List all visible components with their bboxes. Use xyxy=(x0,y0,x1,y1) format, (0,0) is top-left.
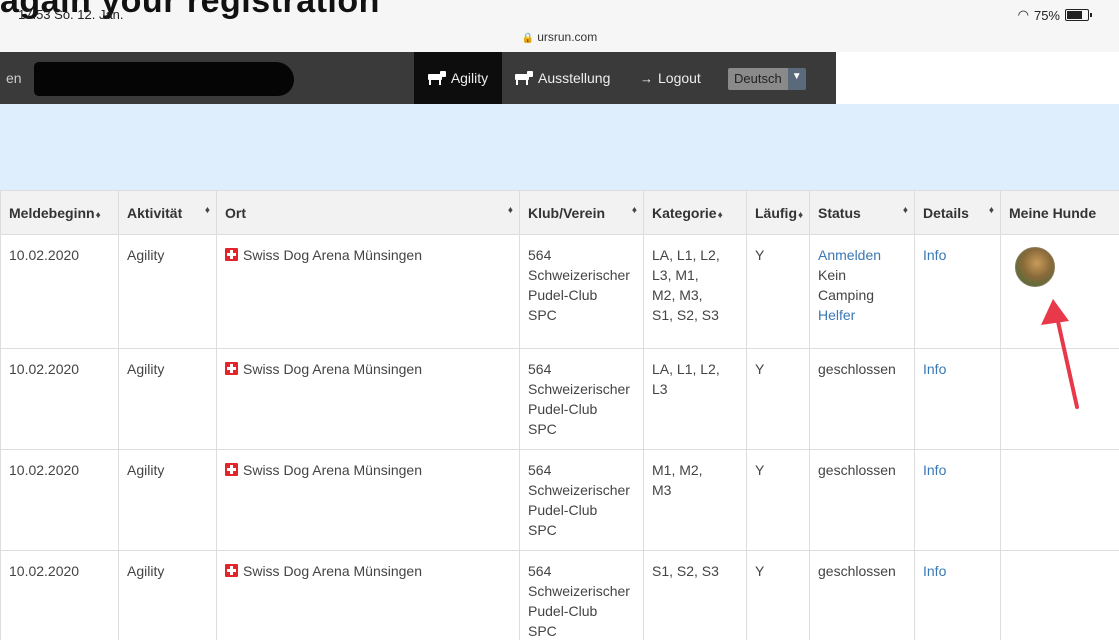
nav-left-fragment: en xyxy=(6,70,22,86)
th-status[interactable]: Status ♦ xyxy=(809,190,915,235)
cell-aktivitaet: Agility xyxy=(118,550,217,640)
table-header-row: Meldebeginn♦ Aktivität ♦ Ort ♦ Klub/Verein… xyxy=(0,190,1119,235)
cell-status: geschlossen xyxy=(809,449,915,551)
sort-icon: ♦ xyxy=(507,205,513,216)
cell-status: geschlossen xyxy=(809,550,915,640)
nav-item-agility[interactable]: Agility xyxy=(414,52,502,104)
anmelden-link[interactable]: Anmelden xyxy=(818,245,906,265)
table-row: 10.02.2020 Agility Swiss Dog Arena Münsi… xyxy=(0,449,1119,551)
cell-status: Anmelden Kein Camping Helfer xyxy=(809,234,915,349)
events-table-container: Meldebeginn♦ Aktivität ♦ Ort ♦ Klub/Verein… xyxy=(0,190,1119,640)
lock-icon: 🔒 xyxy=(521,33,535,44)
cell-aktivitaet: Agility xyxy=(118,234,217,349)
cell-klub: 564 Schweizerischer Pudel-Club SPC xyxy=(519,550,644,640)
sort-icon: ♦ xyxy=(204,205,210,216)
status-time: 17:53 So. 12. Jan. xyxy=(18,7,124,22)
th-meine-hunde[interactable]: Meine Hunde xyxy=(1000,190,1119,235)
events-table: Meldebeginn♦ Aktivität ♦ Ort ♦ Klub/Verein… xyxy=(0,190,1119,640)
sort-icon: ♦ xyxy=(717,209,723,221)
language-select[interactable]: Deutsch ▼ xyxy=(728,68,806,90)
table-row: 10.02.2020 Agility Swiss Dog Arena Münsi… xyxy=(0,550,1119,640)
nav-item-ausstellung[interactable]: Ausstellung xyxy=(515,52,610,104)
nav-item-label: Ausstellung xyxy=(538,70,611,86)
cell-meldebeginn: 10.02.2020 xyxy=(0,449,119,551)
dog-avatar[interactable] xyxy=(1015,247,1055,287)
cell-klub: 564 Schweizerischer Pudel-Club SPC xyxy=(519,348,644,450)
th-aktivitaet[interactable]: Aktivität ♦ xyxy=(118,190,217,235)
cell-kategorie: LA, L1, L2, L3 xyxy=(643,348,747,450)
logout-icon: → xyxy=(640,70,653,86)
status-text: Camping xyxy=(818,287,875,303)
cell-details: Info xyxy=(914,449,1001,551)
battery-icon xyxy=(1065,9,1092,21)
status-right: ◠ 75% xyxy=(1017,7,1092,23)
url-bar[interactable]: 🔒 ursrun.com xyxy=(0,30,1119,52)
sort-icon: ♦ xyxy=(631,205,637,216)
cell-details: Info xyxy=(914,234,1001,349)
top-nav: en Agility Ausstellung → Logout Deutsch … xyxy=(0,52,836,104)
url-domain: ursrun.com xyxy=(537,30,598,44)
cell-status: geschlossen xyxy=(809,348,915,450)
status-text: geschlossen xyxy=(818,563,896,579)
sort-icon: ♦ xyxy=(902,205,908,216)
cell-details: Info xyxy=(914,348,1001,450)
sort-icon: ♦ xyxy=(988,205,994,216)
th-details[interactable]: Details ♦ xyxy=(914,190,1001,235)
cell-ort: Swiss Dog Arena Münsingen xyxy=(216,348,520,450)
th-klub[interactable]: Klub/Verein ♦ xyxy=(519,190,644,235)
cell-klub: 564 Schweizerischer Pudel-Club SPC xyxy=(519,234,644,349)
helfer-link[interactable]: Helfer xyxy=(818,305,906,325)
nav-item-label: Logout xyxy=(658,70,701,86)
language-value: Deutsch xyxy=(728,68,788,90)
table-row: 10.02.2020 Agility Swiss Dog Arena Münsi… xyxy=(0,348,1119,450)
info-link[interactable]: Info xyxy=(923,462,946,478)
cell-kategorie: LA, L1, L2, L3, M1, M2, M3, S1, S2, S3 xyxy=(643,234,747,349)
info-link[interactable]: Info xyxy=(923,563,946,579)
th-kategorie[interactable]: Kategorie♦ xyxy=(643,190,747,235)
swiss-flag-icon xyxy=(225,362,238,375)
info-band xyxy=(0,104,1119,190)
th-ort[interactable]: Ort ♦ xyxy=(216,190,520,235)
dog-icon xyxy=(427,71,446,85)
cell-laeufig: Y xyxy=(746,550,810,640)
cell-ort: Swiss Dog Arena Münsingen xyxy=(216,550,520,640)
cell-kategorie: M1, M2, M3 xyxy=(643,449,747,551)
nav-item-label: Agility xyxy=(450,70,489,86)
cell-laeufig: Y xyxy=(746,348,810,450)
sort-icon: ♦ xyxy=(798,209,804,221)
status-text: geschlossen xyxy=(818,361,896,377)
cell-meldebeginn: 10.02.2020 xyxy=(0,348,119,450)
swiss-flag-icon xyxy=(225,463,238,476)
status-text: geschlossen xyxy=(818,462,896,478)
th-laeufig[interactable]: Läufig♦ xyxy=(746,190,810,235)
info-link[interactable]: Info xyxy=(923,247,946,263)
cell-details: Info xyxy=(914,550,1001,640)
redacted-area xyxy=(34,62,294,96)
swiss-flag-icon xyxy=(225,564,238,577)
cell-laeufig: Y xyxy=(746,449,810,551)
cell-meine-hunde xyxy=(1000,449,1119,551)
cell-ort: Swiss Dog Arena Münsingen xyxy=(216,449,520,551)
battery-level: 75% xyxy=(1033,7,1060,23)
cell-meldebeginn: 10.02.2020 xyxy=(0,234,119,349)
sort-icon: ♦ xyxy=(95,209,101,221)
chevron-down-icon: ▼ xyxy=(787,68,806,90)
cell-meine-hunde xyxy=(1000,550,1119,640)
info-link[interactable]: Info xyxy=(923,361,946,377)
red-arrow-annotation xyxy=(1041,299,1079,409)
cell-aktivitaet: Agility xyxy=(118,449,217,551)
swiss-flag-icon xyxy=(225,248,238,261)
cell-laeufig: Y xyxy=(746,234,810,349)
cell-aktivitaet: Agility xyxy=(118,348,217,450)
th-meldebeginn[interactable]: Meldebeginn♦ xyxy=(0,190,119,235)
cell-ort: Swiss Dog Arena Münsingen xyxy=(216,234,520,349)
cell-klub: 564 Schweizerischer Pudel-Club SPC xyxy=(519,449,644,551)
status-text: Kein xyxy=(818,267,847,283)
table-row: 10.02.2020 Agility Swiss Dog Arena Münsi… xyxy=(0,234,1119,349)
nav-item-logout[interactable]: → Logout xyxy=(640,52,701,104)
dog-icon xyxy=(515,71,533,85)
cell-meldebeginn: 10.02.2020 xyxy=(0,550,119,640)
cell-kategorie: S1, S2, S3 xyxy=(643,550,747,640)
wifi-icon: ◠ xyxy=(1017,7,1029,22)
